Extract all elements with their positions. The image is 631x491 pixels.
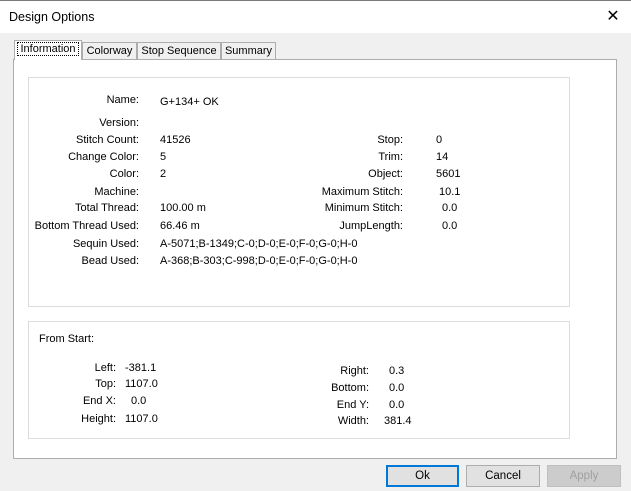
stitch-count-label: Stitch Count: [76,134,139,146]
trim-value: 14 [436,151,449,163]
right-label: Right: [340,365,369,377]
width-label: Width: [337,415,369,427]
end-y-label: End Y: [336,399,369,411]
window-title: Design Options [9,10,95,24]
tab-summary-label: Summary [224,45,273,57]
total-thread-value: 100.00 m [160,202,206,214]
apply-button[interactable]: Apply [547,465,621,487]
stop-value: 0 [436,134,443,146]
color-value: 2 [160,168,167,180]
change-color-value: 5 [160,151,167,163]
bead-value: A-368;B-303;C-998;D-0;E-0;F-0;G-0;H-0 [160,255,358,267]
end-x-label: End X: [82,395,116,407]
tab-summary[interactable]: Summary [221,42,276,59]
top-value: 1107.0 [125,378,158,390]
jump-length-value: 0.0 [442,220,458,232]
tab-information-label: Information [17,42,79,56]
top-label: Top: [95,378,116,390]
left-label: Left: [94,362,116,374]
max-stitch-value: 10.1 [439,186,461,198]
object-value: 5601 [436,168,461,180]
max-stitch-label: Maximum Stitch: [321,186,403,198]
stitch-count-value: 41526 [160,134,191,146]
end-x-value: 0.0 [131,395,147,407]
bottom-thread-value: 66.46 m [160,220,200,232]
color-label: Color: [109,168,139,180]
name-value: G+134+ OK [160,96,219,108]
jump-length-label: JumpLength: [339,220,403,232]
bottom-value: 0.0 [389,382,405,394]
from-start-heading: From Start: [39,333,95,345]
ok-button[interactable]: Ok [386,465,459,487]
object-label: Object: [368,168,403,180]
title-bar: Design Options ✕ [0,1,631,33]
bottom-label: Bottom: [331,382,369,394]
total-thread-label: Total Thread: [74,202,139,214]
end-y-value: 0.0 [389,399,405,411]
min-stitch-value: 0.0 [442,202,458,214]
tab-colorway-label: Colorway [86,45,133,57]
bead-label: Bead Used: [81,255,139,267]
design-options-dialog: Design Options ✕ Name: G+134+ OK Version… [0,0,631,491]
version-label: Version: [99,117,139,129]
tab-panel-information: Name: G+134+ OK Version: Stitch Count: 4… [13,59,617,459]
bottom-thread-label: Bottom Thread Used: [34,220,139,232]
from-start-group: From Start: Left: -381.1 Top: 1107.0 End… [28,321,570,439]
right-value: 0.3 [389,365,405,377]
close-icon[interactable]: ✕ [600,5,626,29]
left-value: -381.1 [125,362,157,374]
tab-colorway[interactable]: Colorway [82,42,137,59]
height-label: Height: [81,413,116,425]
sequin-value: A-5071;B-1349;C-0;D-0;E-0;F-0;G-0;H-0 [160,238,358,250]
tab-information[interactable]: Information [14,40,82,60]
info-group: Name: G+134+ OK Version: Stitch Count: 4… [28,77,570,307]
height-value: 1107.0 [125,413,158,425]
width-value: 381.4 [384,415,412,427]
tab-stop-sequence[interactable]: Stop Sequence [137,42,221,59]
min-stitch-label: Minimum Stitch: [324,202,403,214]
sequin-label: Sequin Used: [72,238,139,250]
cancel-button[interactable]: Cancel [466,465,540,487]
stop-label: Stop: [377,134,403,146]
tab-stop-sequence-label: Stop Sequence [141,45,217,57]
machine-label: Machine: [94,186,139,198]
name-label: Name: [106,94,139,106]
change-color-label: Change Color: [68,151,139,163]
trim-label: Trim: [378,151,403,163]
